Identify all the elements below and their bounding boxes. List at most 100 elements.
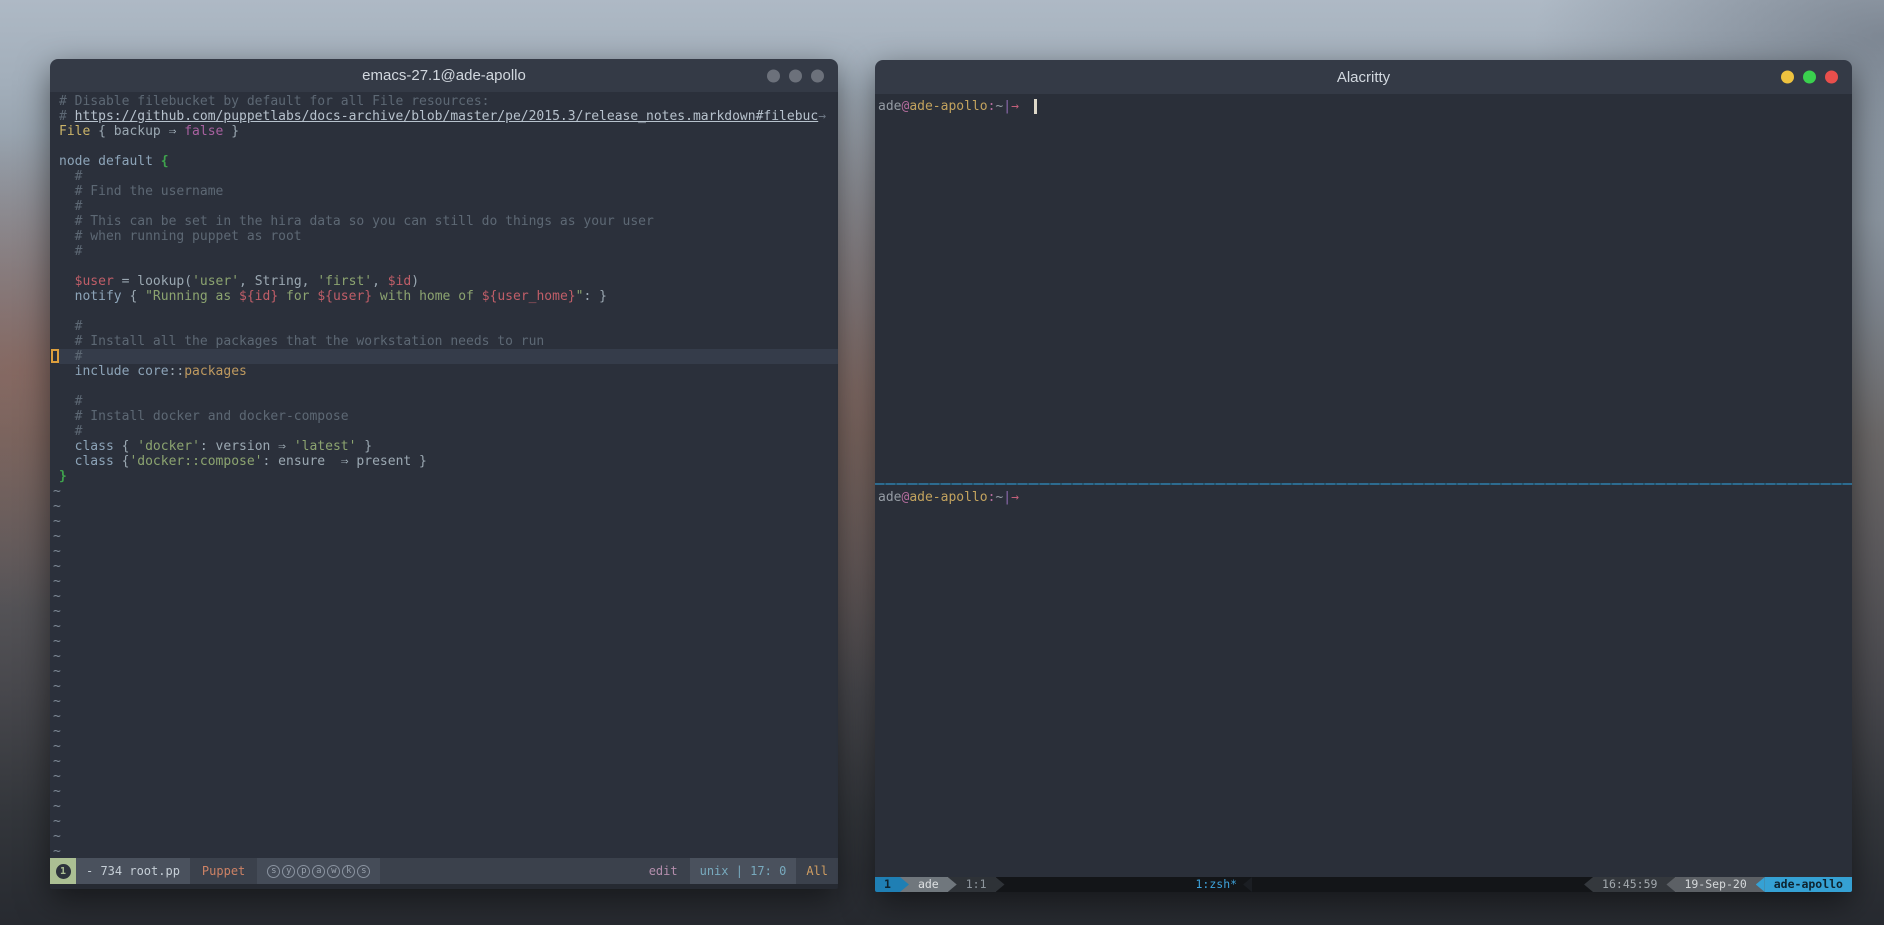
emacs-code-line: # Install all the packages that the work…: [59, 334, 838, 349]
empty-line-indicator: ~: [53, 724, 838, 739]
code-token: #: [59, 199, 82, 214]
empty-line-indicator: ~: [53, 709, 838, 724]
tmux-bar-gap: [1005, 877, 1190, 892]
empty-line-indicator: ~: [53, 619, 838, 634]
empty-line-indicator: ~: [53, 574, 838, 589]
empty-line-indicator: ~: [53, 514, 838, 529]
minor-mode-icon: y: [282, 865, 295, 878]
code-token: 'user': [192, 274, 239, 289]
code-token: # Find the username: [59, 184, 223, 199]
emacs-titlebar[interactable]: emacs-27.1@ade-apollo: [50, 59, 838, 92]
empty-line-indicator: ~: [53, 499, 838, 514]
maximize-button[interactable]: [1803, 71, 1816, 84]
code-token: {: [161, 154, 169, 169]
emacs-window: emacs-27.1@ade-apollo # Disable filebuck…: [50, 59, 838, 889]
empty-line-indicator: ~: [53, 829, 838, 844]
tmux-date: 19-Sep-20: [1675, 877, 1755, 892]
emacs-code-line: #: [59, 169, 838, 184]
code-token: {: [114, 439, 137, 454]
prompt-token: ade: [878, 490, 901, 505]
code-token: # when running puppet as root: [59, 229, 302, 244]
code-token: [59, 364, 75, 379]
emacs-code-line: notify { "Running as ${id} for ${user} w…: [59, 289, 838, 304]
tmux-bar-gap: [1252, 877, 1584, 892]
code-token: # Disable filebucket by default for all …: [59, 94, 489, 109]
modeline-encoding-position: unix | 17: 0: [690, 858, 797, 884]
emacs-window-buttons: [767, 69, 824, 82]
code-token: 'docker': [137, 439, 200, 454]
empty-line-indicator: ~: [53, 544, 838, 559]
tmux-pane-top[interactable]: ade@ade-apollo:~|→: [875, 94, 1852, 483]
powerline-arrow-icon: [1584, 877, 1593, 892]
prompt-token: ade-apollo: [909, 490, 987, 505]
prompt-token: |: [1003, 99, 1011, 114]
emacs-code-line: [59, 304, 838, 319]
emacs-code-line: File { backup ⇒ false }: [59, 124, 838, 139]
empty-line-indicator: ~: [53, 589, 838, 604]
minimize-button[interactable]: [1781, 71, 1794, 84]
code-token: { backup ⇒: [90, 124, 184, 139]
code-token: {: [122, 289, 145, 304]
empty-line-indicator: ~: [53, 844, 838, 858]
shell-prompt: ade@ade-apollo:~|→: [878, 489, 1852, 506]
modeline-buffer-info[interactable]: - 734 root.pp: [76, 858, 190, 884]
emacs-code-line: #: [59, 424, 838, 439]
tmux-pane-bottom[interactable]: ade@ade-apollo:~|→: [875, 485, 1852, 877]
maximize-button[interactable]: [789, 69, 802, 82]
modeline-major-mode[interactable]: Puppet: [190, 858, 257, 884]
desktop-wallpaper: emacs-27.1@ade-apollo # Disable filebuck…: [0, 0, 1884, 925]
powerline-arrow-icon: [948, 877, 957, 892]
code-token: : ensure ⇒ present }: [263, 454, 427, 469]
empty-line-indicator: ~: [53, 484, 838, 499]
emacs-code-line: # This can be set in the hira data so yo…: [59, 214, 838, 229]
alacritty-titlebar[interactable]: Alacritty: [875, 60, 1852, 94]
emacs-modeline[interactable]: 1 - 734 root.pp Puppet sypawks edit unix…: [50, 858, 838, 884]
emacs-code-line: #: [59, 244, 838, 259]
code-token: $id: [388, 274, 411, 289]
emacs-code-line: [59, 379, 838, 394]
code-token: 'first': [317, 274, 372, 289]
minor-mode-icon: k: [342, 865, 355, 878]
emacs-code-line: # Find the username: [59, 184, 838, 199]
code-token: }: [223, 124, 239, 139]
minor-mode-icon: w: [327, 865, 340, 878]
close-button[interactable]: [811, 69, 824, 82]
emacs-code-line: # Disable filebucket by default for all …: [59, 94, 838, 109]
powerline-arrow-icon: [996, 877, 1005, 892]
code-token: #: [59, 244, 82, 259]
shell-prompt: ade@ade-apollo:~|→: [878, 98, 1852, 115]
tmux-window-item[interactable]: 1:zsh*: [1190, 877, 1244, 892]
code-token: "Running as: [145, 289, 239, 304]
empty-line-indicator: ~: [53, 679, 838, 694]
code-token: include core: [75, 364, 169, 379]
minor-mode-icon: a: [312, 865, 325, 878]
terminal-content: ade@ade-apollo:~|→ ade@ade-apollo:~|→ 1 …: [875, 94, 1852, 892]
empty-line-indicator: ~: [53, 799, 838, 814]
emacs-buffer[interactable]: # Disable filebucket by default for all …: [50, 92, 838, 858]
code-token: $user: [75, 274, 114, 289]
alacritty-window: Alacritty ade@ade-apollo:~|→ ade@ade-apo…: [875, 60, 1852, 892]
window-number-badge: 1: [50, 858, 76, 884]
modeline-scroll-position: All: [796, 858, 838, 884]
emacs-code-line: #: [59, 319, 838, 334]
emacs-window-title: emacs-27.1@ade-apollo: [362, 67, 526, 84]
close-button[interactable]: [1825, 71, 1838, 84]
code-token: = lookup(: [114, 274, 192, 289]
prompt-token: →: [1011, 490, 1019, 505]
code-token: packages: [184, 364, 247, 379]
tmux-session-badge[interactable]: 1: [875, 877, 900, 892]
powerline-arrow-icon: [1666, 877, 1675, 892]
emacs-code-line: #: [59, 199, 838, 214]
code-token: node default: [59, 154, 161, 169]
code-token: }: [59, 469, 67, 484]
emacs-code-line: node default {: [59, 154, 838, 169]
code-token: File: [59, 124, 90, 139]
minimize-button[interactable]: [767, 69, 780, 82]
empty-line-indicator: ~: [53, 634, 838, 649]
code-token: 'docker::compose': [129, 454, 262, 469]
modeline-edit-state: edit: [637, 858, 690, 884]
code-token: #: [59, 319, 82, 334]
code-token: [59, 274, 75, 289]
emacs-code-line: # when running puppet as root: [59, 229, 838, 244]
empty-line-indicator: ~: [53, 559, 838, 574]
